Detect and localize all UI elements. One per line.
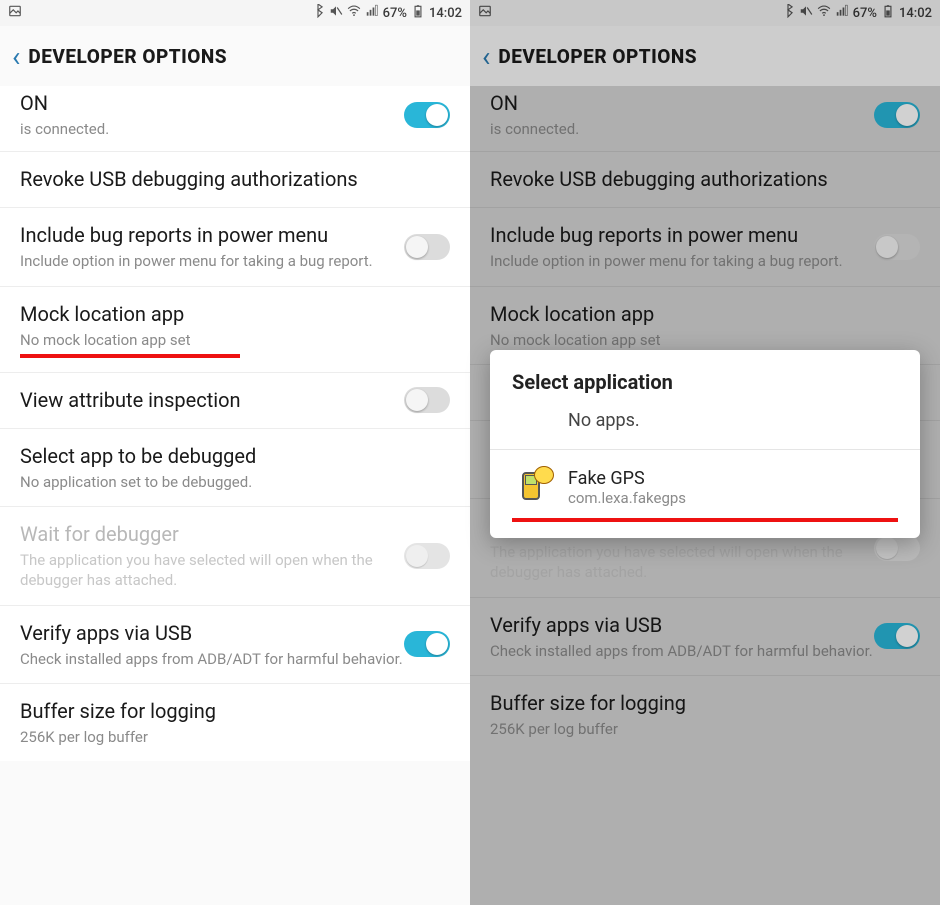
master-toggle-label: ON xyxy=(490,90,874,117)
wifi-icon xyxy=(347,4,361,22)
row-revoke-usb: Revoke USB debugging authorizations xyxy=(470,152,940,208)
battery-icon xyxy=(411,4,425,22)
signal-icon xyxy=(835,4,849,22)
battery-icon xyxy=(881,4,895,22)
master-toggle[interactable] xyxy=(404,102,450,128)
settings-list[interactable]: ON is connected. Revoke USB debugging au… xyxy=(0,86,470,761)
row-mock-location[interactable]: Mock location app No mock location app s… xyxy=(0,287,470,373)
row-bug-reports: Include bug reports in power menu Includ… xyxy=(470,208,940,286)
gallery-icon xyxy=(8,4,22,22)
page-title: DEVELOPER OPTIONS xyxy=(28,45,227,68)
clock-time: 14:02 xyxy=(429,6,462,21)
bug-reports-toggle xyxy=(874,234,920,260)
battery-percent: 67% xyxy=(383,6,407,21)
verify-usb-toggle[interactable] xyxy=(404,631,450,657)
row-bug-reports[interactable]: Include bug reports in power menu Includ… xyxy=(0,208,470,286)
annotation-underline xyxy=(512,518,898,522)
wait-debugger-toggle xyxy=(874,535,920,561)
select-application-dialog: Select application No apps. Fake GPS com… xyxy=(490,350,920,538)
fake-gps-icon xyxy=(512,466,554,508)
bluetooth-icon xyxy=(781,4,795,22)
row-revoke-usb[interactable]: Revoke USB debugging authorizations xyxy=(0,152,470,208)
wait-debugger-toggle xyxy=(404,543,450,569)
row-wait-debugger: Wait for debugger The application you ha… xyxy=(0,507,470,606)
row-view-attribute[interactable]: View attribute inspection xyxy=(0,373,470,429)
gallery-icon xyxy=(478,4,492,22)
mute-icon xyxy=(799,4,813,22)
mute-icon xyxy=(329,4,343,22)
bluetooth-icon xyxy=(311,4,325,22)
verify-usb-toggle xyxy=(874,623,920,649)
page-title: DEVELOPER OPTIONS xyxy=(498,45,697,68)
status-bar: 67% 14:02 xyxy=(470,0,940,26)
row-verify-usb: Verify apps via USB Check installed apps… xyxy=(470,598,940,676)
dialog-app-package: com.lexa.fakegps xyxy=(568,489,898,507)
row-verify-usb[interactable]: Verify apps via USB Check installed apps… xyxy=(0,606,470,684)
battery-percent: 67% xyxy=(853,6,877,21)
signal-icon xyxy=(365,4,379,22)
title-bar: ‹ DEVELOPER OPTIONS xyxy=(0,26,470,86)
clock-time: 14:02 xyxy=(899,6,932,21)
view-attr-toggle[interactable] xyxy=(404,387,450,413)
screenshot-left: 67% 14:02 ‹ DEVELOPER OPTIONS ON is conn… xyxy=(0,0,470,905)
dialog-title: Select application xyxy=(490,350,920,402)
connected-subtext: is connected. xyxy=(20,119,404,139)
dialog-no-apps[interactable]: No apps. xyxy=(490,402,920,450)
annotation-underline xyxy=(20,354,240,358)
back-button[interactable]: ‹ xyxy=(480,34,498,79)
screenshot-right: 67% 14:02 ‹ DEVELOPER OPTIONS ON is conn… xyxy=(470,0,940,905)
row-buffer-size: Buffer size for logging 256K per log buf… xyxy=(470,676,940,753)
row-buffer-size[interactable]: Buffer size for logging 256K per log buf… xyxy=(0,684,470,761)
back-button[interactable]: ‹ xyxy=(10,34,28,79)
row-select-debug-app[interactable]: Select app to be debugged No application… xyxy=(0,429,470,507)
master-toggle xyxy=(874,102,920,128)
dialog-app-item[interactable]: Fake GPS com.lexa.fakegps xyxy=(490,450,920,514)
bug-reports-toggle[interactable] xyxy=(404,234,450,260)
dialog-app-name: Fake GPS xyxy=(568,468,898,489)
master-toggle-label: ON xyxy=(20,90,404,117)
title-bar: ‹ DEVELOPER OPTIONS xyxy=(470,26,940,86)
status-bar: 67% 14:02 xyxy=(0,0,470,26)
wifi-icon xyxy=(817,4,831,22)
